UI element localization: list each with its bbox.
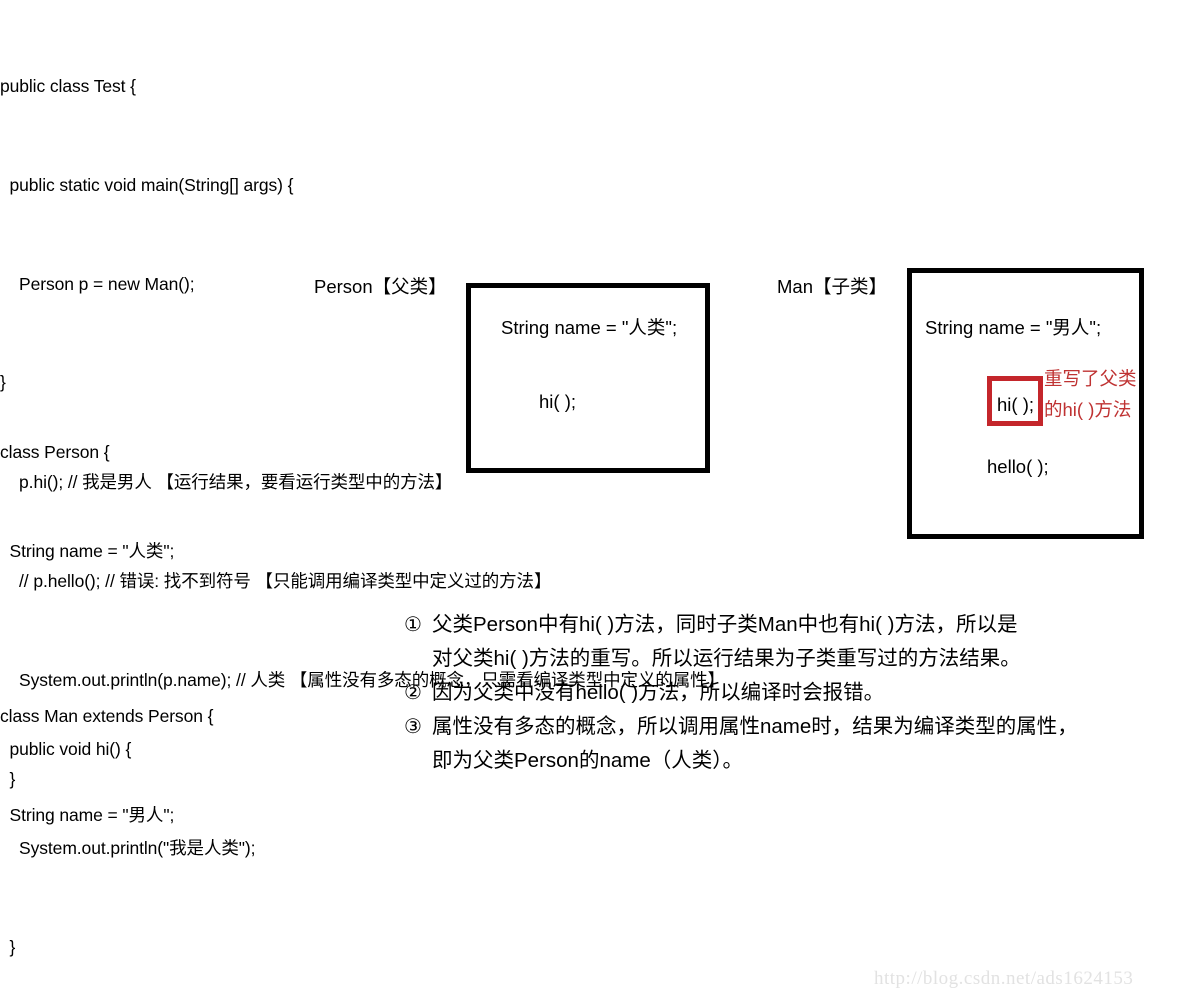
explanation-line: 父类Person中有hi( )方法，同时子类Man中也有hi( )方法，所以是 [432, 613, 1018, 636]
code-line: class Man extends Person { [0, 706, 214, 726]
watermark-url: http://blog.csdn.net/ads1624153 [874, 968, 1134, 989]
man-class-label: Man【子类】 [777, 276, 887, 297]
man-field-line: String name = "男人"; [925, 317, 1102, 338]
slide-canvas: public class Test { public static void m… [0, 0, 1198, 1000]
explanation-line: 因为父类中没有hello( )方法，所以编译时会报错。 [432, 681, 885, 704]
code-block-man-class: class Man extends Person { String name =… [0, 634, 290, 1000]
explanation-body: 属性没有多态的概念，所以调用属性name时，结果为编译类型的属性， 即为父类Pe… [432, 710, 1194, 778]
man-override-note-line-2: 的hi( )方法 [1044, 399, 1132, 420]
code-line: public class Test { [0, 76, 136, 96]
explanation-item: ② 因为父类中没有hello( )方法，所以编译时会报错。 [404, 676, 1194, 710]
man-method-hi-highlight-box: hi( ); [987, 376, 1043, 426]
explanation-marker: ③ [404, 716, 422, 738]
man-method-hello: hello( ); [987, 456, 1049, 477]
person-class-box: String name = "人类"; hi( ); [466, 283, 710, 473]
explanation-body: 因为父类中没有hello( )方法，所以编译时会报错。 [432, 676, 1194, 710]
explanation-line: 对父类hi( )方法的重写。所以运行结果为子类重写过的方法结果。 [432, 647, 1021, 670]
explanation-line: 即为父类Person的name（人类）。 [432, 749, 743, 772]
explanation-list: ① 父类Person中有hi( )方法，同时子类Man中也有hi( )方法，所以… [404, 608, 1194, 778]
explanation-marker: ① [404, 614, 422, 636]
code-line: class Person { [0, 442, 110, 462]
explanation-line: 属性没有多态的概念，所以调用属性name时，结果为编译类型的属性， [432, 715, 1078, 738]
code-line: String name = "人类"; [0, 541, 175, 561]
explanation-marker: ② [404, 682, 422, 704]
man-override-note-line-1: 重写了父类 [1044, 368, 1137, 389]
explanation-body: 父类Person中有hi( )方法，同时子类Man中也有hi( )方法，所以是 … [432, 608, 1194, 676]
person-field-line: String name = "人类"; [501, 317, 678, 338]
person-method-hi: hi( ); [539, 391, 576, 412]
explanation-item: ① 父类Person中有hi( )方法，同时子类Man中也有hi( )方法，所以… [404, 608, 1194, 676]
person-class-label: Person【父类】 [314, 276, 447, 297]
explanation-item: ③ 属性没有多态的概念，所以调用属性name时，结果为编译类型的属性， 即为父类… [404, 710, 1194, 778]
code-line: String name = "男人"; [0, 805, 175, 825]
code-line: public static void main(String[] args) { [0, 175, 294, 195]
man-method-hi: hi( ); [997, 394, 1034, 415]
